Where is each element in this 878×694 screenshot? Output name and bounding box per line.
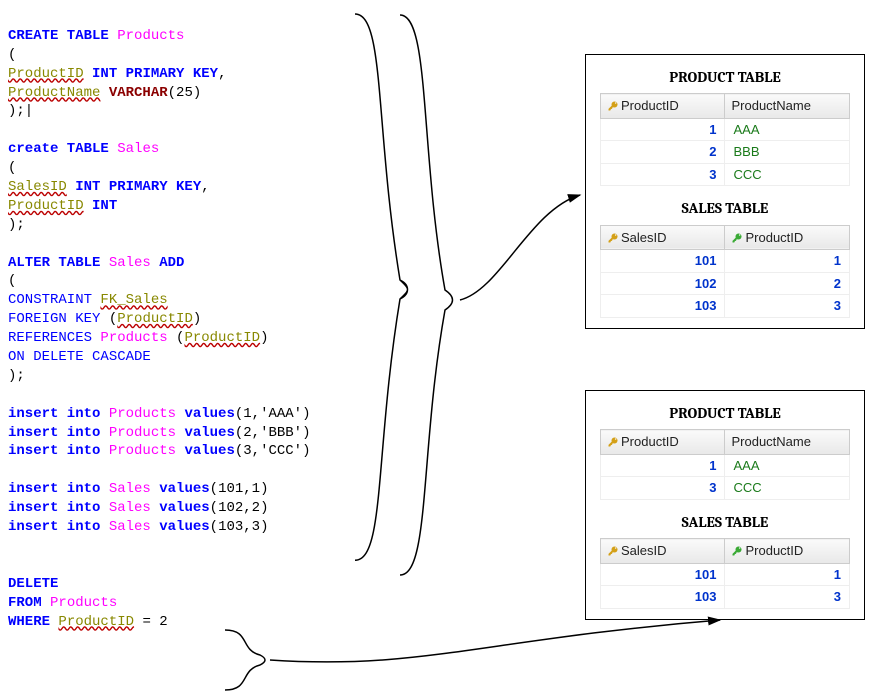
kw-add: ADD <box>159 255 184 271</box>
ident-sales: Sales <box>117 141 159 157</box>
key-icon <box>731 231 743 243</box>
kw-create2: create TABLE <box>8 141 109 157</box>
table-row: 1AAA <box>601 454 850 477</box>
ident-products: Products <box>117 28 184 44</box>
kw-ondelete: ON DELETE CASCADE <box>8 349 151 365</box>
table-row: 1011 <box>601 250 850 273</box>
col-salesid: SalesID <box>8 179 67 195</box>
col-productname: ProductName <box>8 85 100 101</box>
kw-insert-p0: insert into <box>8 406 100 422</box>
table-row: 3CCC <box>601 477 850 500</box>
panel-after-delete: PRODUCT TABLE ProductID ProductName 1AAA… <box>585 390 865 620</box>
product-table-before: ProductID ProductName 1AAA 2BBB 3CCC <box>600 93 850 186</box>
table-row: 3CCC <box>601 163 850 186</box>
kw-insert-p2: insert into <box>8 443 100 459</box>
kw-from: FROM <box>8 595 42 611</box>
kw-insert-s2: insert into <box>8 519 100 535</box>
ref-col: ProductID <box>184 330 260 346</box>
key-icon <box>607 435 619 447</box>
kw-delete: DELETE <box>8 576 58 592</box>
fk-col: ProductID <box>117 311 193 327</box>
sales-table-title: SALES TABLE <box>600 198 850 218</box>
sales-table-before: SalesID ProductID 1011 1022 1033 <box>600 225 850 318</box>
constraint-name: FK_Sales <box>100 292 167 308</box>
key-icon <box>731 544 743 556</box>
sales-table-after: SalesID ProductID 1011 1033 <box>600 538 850 609</box>
type-int: INT <box>92 198 117 214</box>
kw-insert-s1: insert into <box>8 500 100 516</box>
type-int-pk2: INT PRIMARY KEY <box>75 179 201 195</box>
table-row: 1011 <box>601 563 850 586</box>
kw-where: WHERE <box>8 614 50 630</box>
table-row: 2BBB <box>601 141 850 164</box>
ref-table: Products <box>100 330 167 346</box>
kw-create: CREATE TABLE <box>8 28 109 44</box>
product-table-title: PRODUCT TABLE <box>600 67 850 87</box>
table-row: 1033 <box>601 295 850 318</box>
kw-alter: ALTER TABLE <box>8 255 100 271</box>
kw-constraint: CONSTRAINT <box>8 292 92 308</box>
ident-sales2: Sales <box>109 255 151 271</box>
table-row: 1033 <box>601 586 850 609</box>
kw-insert-p1: insert into <box>8 425 100 441</box>
where-val: 2 <box>159 614 167 630</box>
key-icon <box>607 544 619 556</box>
table-row: 1022 <box>601 272 850 295</box>
key-icon <box>607 99 619 111</box>
table-row: 1AAA <box>601 118 850 141</box>
where-col: ProductID <box>58 614 134 630</box>
key-icon <box>607 231 619 243</box>
panel-before-delete: PRODUCT TABLE ProductID ProductName 1AAA… <box>585 54 865 329</box>
product-table-after: ProductID ProductName 1AAA 3CCC <box>600 429 850 500</box>
sales-table-title2: SALES TABLE <box>600 512 850 532</box>
type-varchar: VARCHAR <box>109 85 168 101</box>
col-productid: ProductID <box>8 66 84 82</box>
type-int-pk: INT PRIMARY KEY <box>92 66 218 82</box>
kw-fk: FOREIGN KEY <box>8 311 100 327</box>
col-productid2: ProductID <box>8 198 84 214</box>
kw-insert-s0: insert into <box>8 481 100 497</box>
kw-ref: REFERENCES <box>8 330 92 346</box>
delete-tbl: Products <box>50 595 117 611</box>
product-table-title2: PRODUCT TABLE <box>600 403 850 423</box>
